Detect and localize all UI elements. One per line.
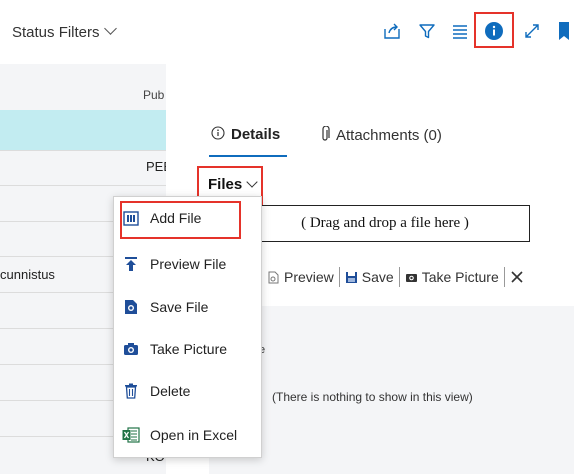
menu-item-delete[interactable]: Delete: [122, 382, 190, 400]
dropzone-label: ( Drag and drop a file here ): [301, 215, 469, 231]
save-label: Save: [361, 269, 394, 285]
toolbar-divider: [338, 267, 340, 287]
camera-icon: [122, 340, 140, 358]
expand-icon[interactable]: [521, 20, 543, 42]
take-picture-button[interactable]: Take Picture: [405, 269, 499, 285]
tab-details-label: Details: [231, 126, 281, 143]
add-file-highlight-box: [120, 201, 241, 239]
row-divider: [0, 150, 166, 151]
save-button[interactable]: Save: [345, 269, 394, 285]
tab-attachments[interactable]: Attachments (0): [320, 125, 442, 144]
menu-item-label: Take Picture: [150, 341, 228, 357]
menu-item-save-file[interactable]: Save File: [122, 298, 208, 316]
upload-arrow-icon: [122, 255, 140, 273]
menu-item-label: Open in Excel: [150, 427, 238, 443]
chevron-down-icon: [103, 22, 117, 35]
info-outline-icon: [211, 126, 225, 143]
bookmark-icon[interactable]: [553, 20, 574, 42]
share-icon[interactable]: [381, 20, 403, 42]
file-toolbar: Preview Save Take Picture: [256, 266, 524, 288]
toolbar-divider: [503, 267, 505, 287]
row-divider: [0, 185, 166, 186]
preview-label: Preview: [284, 269, 334, 285]
menu-item-take-picture[interactable]: Take Picture: [122, 340, 227, 358]
take-picture-label: Take Picture: [421, 269, 499, 285]
list-icon[interactable]: [449, 20, 471, 42]
status-filters-dropdown[interactable]: Status Filters: [12, 22, 117, 41]
empty-state-text: (There is nothing to show in this view): [272, 390, 473, 404]
table-cell: cunnistus: [0, 267, 55, 282]
floppy-icon: [345, 271, 357, 283]
filter-icon[interactable]: [416, 20, 438, 42]
camera-icon: [405, 273, 417, 282]
tab-details[interactable]: Details: [211, 126, 280, 143]
menu-item-open-in-excel[interactable]: Open in Excel: [122, 426, 237, 444]
toolbar-divider: [398, 267, 400, 287]
tab-attachments-label: Attachments (0): [336, 127, 442, 144]
save-file-icon: [122, 298, 140, 316]
info-highlight-box: [474, 12, 514, 48]
table-row-selected[interactable]: [0, 110, 166, 150]
menu-item-preview-file[interactable]: Preview File: [122, 255, 226, 273]
preview-icon: [268, 271, 279, 283]
preview-button[interactable]: Preview: [267, 269, 334, 285]
column-header-pub[interactable]: Pub: [143, 88, 164, 102]
close-button[interactable]: [510, 270, 524, 284]
excel-icon: [122, 426, 140, 444]
close-icon: [511, 271, 523, 283]
file-dropzone[interactable]: ( Drag and drop a file here ): [240, 205, 530, 242]
menu-item-label: Preview File: [150, 256, 227, 272]
active-tab-indicator: [209, 155, 287, 157]
status-filters-label: Status Filters: [12, 24, 100, 41]
paperclip-icon: [320, 125, 330, 144]
menu-item-label: Delete: [150, 383, 191, 399]
menu-item-label: Save File: [150, 299, 209, 315]
trash-icon: [122, 382, 140, 400]
